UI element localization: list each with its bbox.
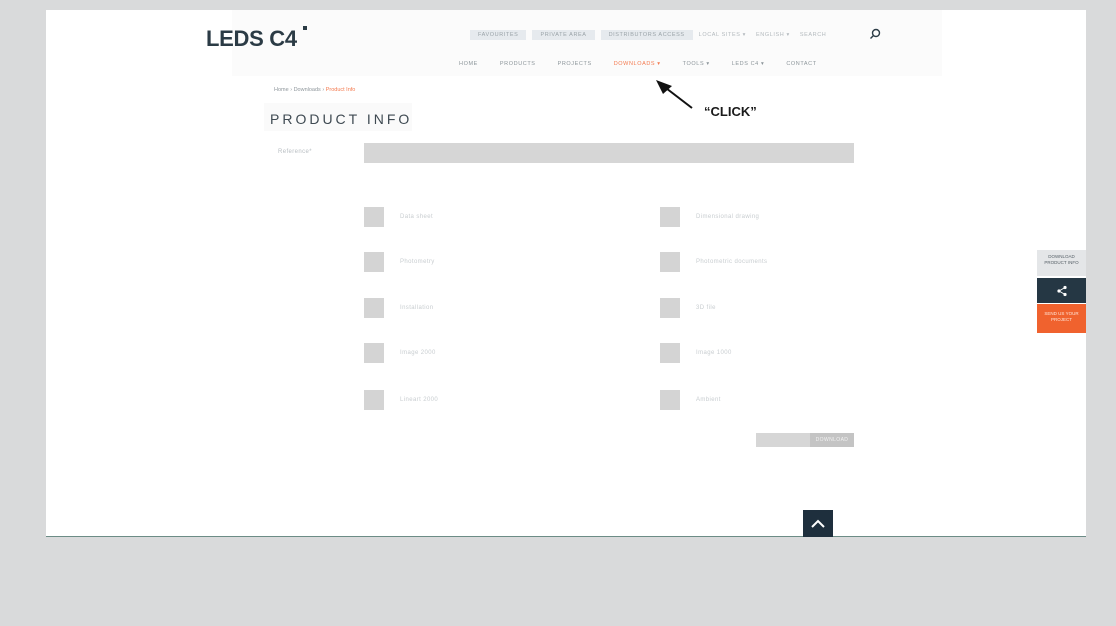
checkbox-box[interactable] xyxy=(660,252,680,272)
page-content: LEDS C4 FAVOURITES PRIVATE AREA DISTRIBU… xyxy=(46,10,1086,536)
checkbox-box[interactable] xyxy=(364,252,384,272)
checkbox-label: Ambient xyxy=(696,397,721,403)
checkbox-label: Image 2000 xyxy=(400,350,436,356)
checkbox-label: Photometry xyxy=(400,259,435,265)
side-share-tab[interactable] xyxy=(1037,278,1086,303)
checkbox-label: Image 1000 xyxy=(696,350,732,356)
checkbox-box[interactable] xyxy=(660,207,680,227)
page-divider xyxy=(46,536,1086,537)
scroll-to-top-button[interactable] xyxy=(803,510,833,537)
checkbox-data-sheet[interactable]: Data sheet xyxy=(364,207,433,227)
checkbox-dimensional-drawing[interactable]: Dimensional drawing xyxy=(660,207,759,227)
checkbox-label: Photometric documents xyxy=(696,259,768,265)
reference-label: Reference* xyxy=(278,149,313,155)
checkbox-installation[interactable]: Installation xyxy=(364,298,434,318)
breadcrumb: Home › Downloads › Product Info xyxy=(274,87,355,93)
nav-home[interactable]: HOME xyxy=(459,61,478,67)
checkbox-image-2000[interactable]: Image 2000 xyxy=(364,343,436,363)
top-links: FAVOURITES PRIVATE AREA DISTRIBUTORS ACC… xyxy=(470,28,836,42)
breadcrumb-current: Product Info xyxy=(325,87,356,93)
side-download-tab[interactable]: DOWNLOAD PRODUCT INFO xyxy=(1037,250,1086,276)
checkbox-label: 3D file xyxy=(696,305,716,311)
private-area-link[interactable]: PRIVATE AREA xyxy=(532,30,595,40)
checkbox-photometry[interactable]: Photometry xyxy=(364,252,435,272)
checkbox-box[interactable] xyxy=(660,390,680,410)
search-link[interactable]: SEARCH xyxy=(800,32,827,38)
checkbox-lineart-2000[interactable]: Lineart 2000 xyxy=(364,390,438,410)
distributors-access-link[interactable]: DISTRIBUTORS ACCESS xyxy=(600,30,693,40)
favourites-link[interactable]: FAVOURITES xyxy=(470,30,527,40)
checkbox-label: Dimensional drawing xyxy=(696,214,760,220)
page-title: PRODUCT INFO xyxy=(270,111,413,127)
nav-downloads[interactable]: DOWNLOADS ▾ xyxy=(614,61,661,67)
checkbox-box[interactable] xyxy=(660,298,680,318)
checkbox-3d-file[interactable]: 3D file xyxy=(660,298,716,318)
nav-projects[interactable]: PROJECTS xyxy=(558,61,592,67)
chevron-up-icon xyxy=(811,519,825,528)
checkbox-photometric-documents[interactable]: Photometric documents xyxy=(660,252,767,272)
nav-contact[interactable]: CONTACT xyxy=(786,61,816,67)
local-sites-link[interactable]: LOCAL SITES ▾ xyxy=(699,32,746,38)
checkbox-ambient[interactable]: Ambient xyxy=(660,390,721,410)
checkbox-image-1000[interactable]: Image 1000 xyxy=(660,343,732,363)
side-project-tab[interactable]: SEND US YOUR PROJECT xyxy=(1037,304,1086,333)
main-nav: HOME PRODUCTS PROJECTS DOWNLOADS ▾ TOOLS… xyxy=(448,58,828,70)
logo[interactable]: LEDS C4 xyxy=(206,26,297,52)
checkbox-box[interactable] xyxy=(364,343,384,363)
nav-products[interactable]: PRODUCTS xyxy=(500,61,536,67)
search-icon[interactable] xyxy=(869,28,881,40)
download-button-spacer xyxy=(756,433,810,447)
logo-dot xyxy=(303,26,307,30)
download-button-label: DOWNLOAD xyxy=(810,433,854,447)
checkbox-label: Data sheet xyxy=(400,214,434,220)
share-icon xyxy=(1056,285,1067,296)
checkbox-label: Lineart 2000 xyxy=(400,397,439,403)
download-button[interactable]: DOWNLOAD xyxy=(756,433,854,447)
checkbox-box[interactable] xyxy=(660,343,680,363)
arrow-pointer-icon xyxy=(656,80,693,109)
checkbox-box[interactable] xyxy=(364,207,384,227)
language-selector[interactable]: ENGLISH ▾ xyxy=(756,32,790,38)
nav-tools[interactable]: TOOLS ▾ xyxy=(683,61,710,67)
nav-leds-c4[interactable]: LEDS C4 ▾ xyxy=(732,61,765,67)
breadcrumb-home[interactable]: Home xyxy=(274,87,289,93)
breadcrumb-downloads[interactable]: Downloads xyxy=(294,87,321,93)
checkbox-box[interactable] xyxy=(364,298,384,318)
click-annotation: “CLICK” xyxy=(704,104,757,119)
checkbox-box[interactable] xyxy=(364,390,384,410)
reference-input[interactable] xyxy=(364,143,854,163)
checkbox-label: Installation xyxy=(400,305,434,311)
